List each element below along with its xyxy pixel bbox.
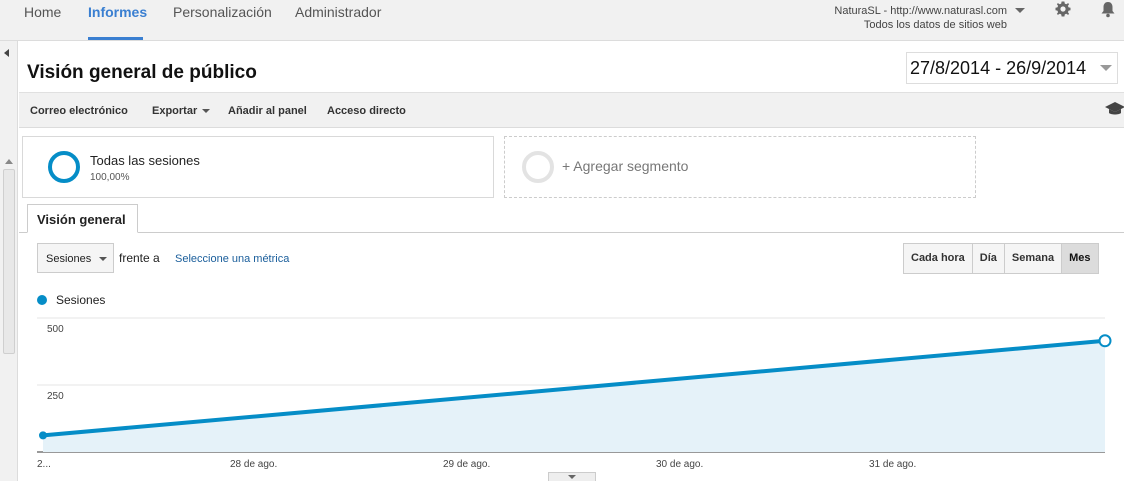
date-range-picker[interactable]: 27/8/2014 - 26/9/2014 <box>906 52 1118 84</box>
gear-icon[interactable] <box>1054 0 1072 18</box>
export-button[interactable]: Exportar <box>152 105 211 117</box>
collapse-arrow-icon[interactable] <box>4 49 9 57</box>
x-tick-label: 2... <box>37 459 51 470</box>
segment-percent: 100,00% <box>90 172 130 183</box>
x-tick-label: 31 de ago. <box>869 459 916 470</box>
add-segment-card[interactable]: + Agregar segmento <box>504 136 976 198</box>
nav-tab-administrador[interactable]: Administrador <box>295 4 381 20</box>
chevron-down-icon[interactable] <box>99 257 107 261</box>
granularity-day-button[interactable]: Día <box>972 244 1005 273</box>
graduation-cap-icon[interactable] <box>1104 101 1124 117</box>
active-tab-indicator <box>88 37 143 40</box>
versus-label: frente a <box>119 251 160 265</box>
select-metric-link[interactable]: Seleccione una métrica <box>175 253 289 265</box>
tab-divider <box>19 232 1124 233</box>
segment-card[interactable]: Todas las sesiones 100,00% <box>22 136 494 198</box>
add-to-dashboard-button[interactable]: Añadir al panel <box>228 105 307 117</box>
x-tick-label: 30 de ago. <box>656 459 703 470</box>
series-area <box>43 340 1105 452</box>
account-selector[interactable]: NaturaSL - http://www.naturasl.com Todos… <box>834 4 1007 32</box>
bell-icon[interactable] <box>1099 0 1117 18</box>
segment-placeholder-ring-icon <box>522 151 554 183</box>
top-navigation: Home Informes Personalización Administra… <box>0 0 1124 41</box>
export-label: Exportar <box>152 105 198 117</box>
scroll-up-icon[interactable] <box>5 159 13 164</box>
chevron-down-icon <box>202 109 211 113</box>
account-property: NaturaSL - http://www.naturasl.com <box>834 5 1007 17</box>
granularity-month-button[interactable]: Mes <box>1062 244 1098 273</box>
nav-tab-home[interactable]: Home <box>24 4 61 20</box>
chevron-down-icon[interactable] <box>1015 8 1025 13</box>
left-panel-strip <box>0 41 18 481</box>
tab-overview[interactable]: Visión general <box>27 204 138 233</box>
email-button[interactable]: Correo electrónico <box>30 105 128 117</box>
page-title: Visión general de público <box>27 62 257 83</box>
data-point <box>39 431 47 440</box>
chevron-down-icon[interactable] <box>1100 65 1112 71</box>
x-tick-label: 28 de ago. <box>230 459 277 470</box>
account-view: Todos los datos de sitios web <box>863 19 1007 31</box>
granularity-hourly-button[interactable]: Cada hora <box>904 244 973 273</box>
y-tick-label: 250 <box>47 391 64 402</box>
y-tick-label: 500 <box>47 324 64 335</box>
shortcut-button[interactable]: Acceso directo <box>327 105 406 117</box>
scrollbar[interactable] <box>3 169 15 354</box>
sessions-chart: 500 250 2... 28 de ago. 29 de ago. 30 de ago.… <box>37 317 1112 470</box>
segment-name: Todas las sesiones <box>90 153 200 168</box>
report-toolbar: Correo electrónico Exportar Añadir al pa… <box>19 92 1124 128</box>
granularity-toggle: Cada hora Día Semana Mes <box>903 243 1099 274</box>
nav-tab-personalizacion[interactable]: Personalización <box>173 4 272 20</box>
segment-ring-icon <box>48 151 80 183</box>
x-tick-label: 29 de ago. <box>443 459 490 470</box>
data-point-highlight <box>1098 334 1112 348</box>
legend-label: Sesiones <box>56 293 106 307</box>
add-segment-label: + Agregar segmento <box>562 158 689 174</box>
granularity-week-button[interactable]: Semana <box>1004 244 1063 273</box>
legend-marker <box>37 295 47 305</box>
chevron-down-icon[interactable] <box>568 475 576 479</box>
nav-tab-informes[interactable]: Informes <box>88 4 147 20</box>
